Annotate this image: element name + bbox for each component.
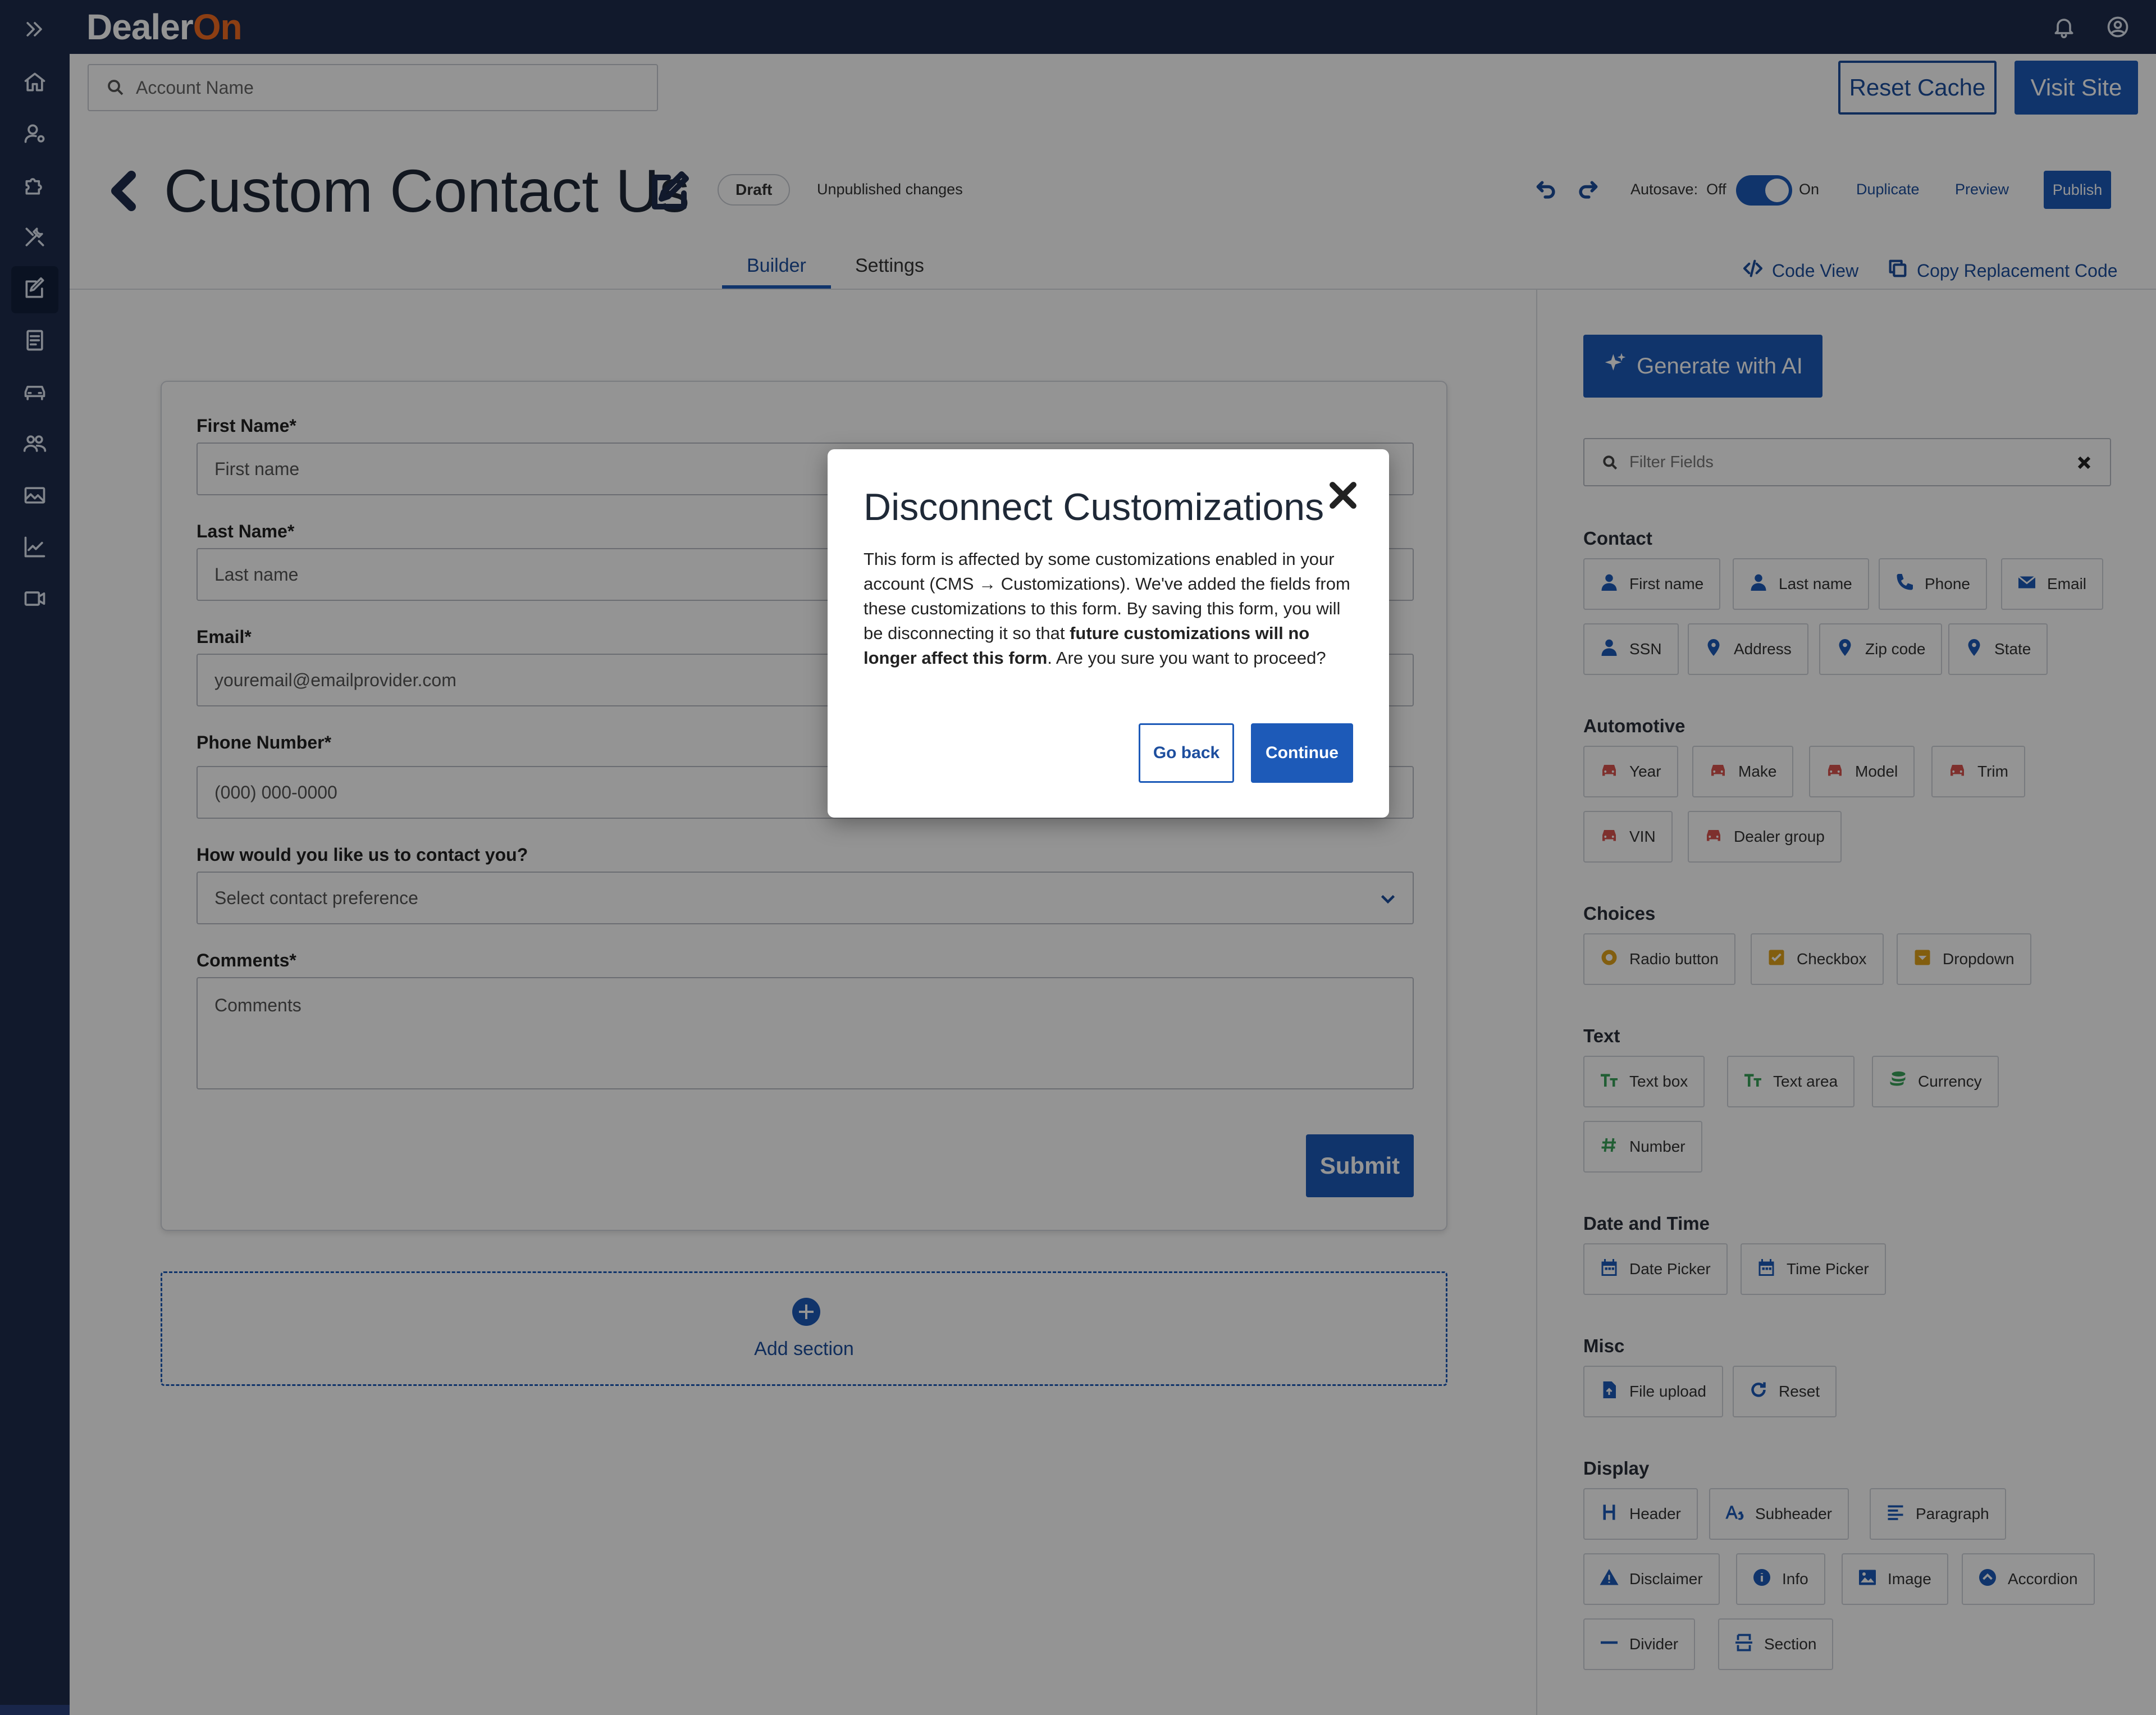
close-dialog-button[interactable]	[1327, 480, 1359, 511]
dialog-message-text-end: . Are you sure you want to proceed?	[1047, 648, 1326, 668]
modal-backdrop[interactable]	[0, 0, 2156, 1715]
go-back-button[interactable]: Go back	[1139, 723, 1234, 783]
dialog-title: Disconnect Customizations	[864, 486, 1324, 528]
close-icon	[1327, 482, 1359, 513]
disconnect-customizations-dialog: Disconnect Customizations This form is a…	[828, 449, 1389, 818]
continue-button[interactable]: Continue	[1251, 723, 1353, 783]
dialog-message: This form is affected by some customizat…	[864, 547, 1358, 671]
